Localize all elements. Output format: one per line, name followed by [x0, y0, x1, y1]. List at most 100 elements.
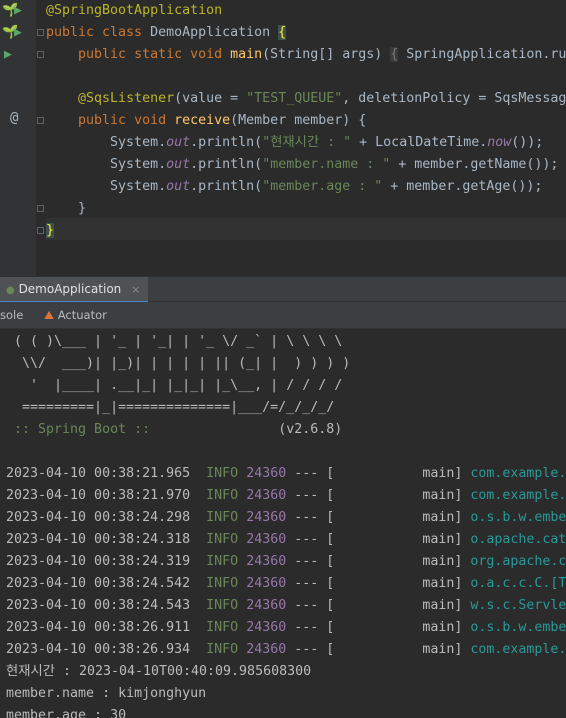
log-pid: 24360	[246, 532, 287, 547]
fold-marker-icon[interactable]	[37, 117, 44, 124]
console-text: ( ( )\___ | '_ | '_| | '_ \/ _` | \ \ \ …	[6, 334, 343, 349]
log-separator: --- [	[286, 620, 335, 635]
console-text: member.name : kimjonghyun	[6, 686, 207, 701]
code-token: public static void	[78, 47, 231, 62]
code-editor[interactable]: 🌱 ▶ 🌱 ▶ ▶ @ @SpringBootApplication public…	[0, 0, 566, 276]
console-text: ' |____| .__|_| |_|_| |_\__, | / / / /	[6, 378, 343, 393]
fold-column	[36, 0, 46, 276]
console-text: \\/ ___)| |_)| | | | | || (_| | ) ) ) )	[6, 356, 351, 371]
code-line: }	[46, 220, 55, 242]
log-timestamp: 2023-04-10 00:38:24.542	[6, 576, 191, 591]
run-main-icon[interactable]: ▶	[14, 26, 22, 39]
log-line: 2023-04-10 00:38:21.965 INFO 24360 --- […	[6, 463, 566, 485]
code-token: public void	[78, 113, 175, 128]
log-timestamp: 2023-04-10 00:38:24.543	[6, 598, 191, 613]
code-line: @SqsListener(value = "TEST_QUEUE", delet…	[46, 88, 566, 110]
code-token: (String[] args)	[262, 47, 391, 62]
log-timestamp: 2023-04-10 00:38:24.319	[6, 554, 191, 569]
code-token: public class	[46, 25, 151, 40]
code-token: DemoApplication	[150, 25, 279, 40]
fold-marker-icon[interactable]	[37, 29, 44, 36]
log-logger: o.a.c.c.C.[T	[462, 576, 566, 591]
log-logger: org.apache.c	[462, 554, 566, 569]
log-line: 2023-04-10 00:38:24.318 INFO 24360 --- […	[6, 529, 566, 551]
code-token: main	[230, 47, 263, 62]
caret-line-highlight	[46, 218, 566, 240]
code-token: + LocalDateTime.	[351, 135, 488, 150]
log-separator: --- [	[286, 576, 335, 591]
log-line: 2023-04-10 00:38:24.298 INFO 24360 --- […	[6, 507, 566, 529]
tab-console[interactable]: sole	[0, 302, 23, 329]
log-line: 2023-04-10 00:38:26.934 INFO 24360 --- […	[6, 639, 566, 661]
spring-boot-label: :: Spring Boot ::	[6, 422, 159, 437]
log-logger: w.s.c.Servle	[462, 598, 566, 613]
log-pid: 24360	[246, 642, 287, 657]
banner-line: ' |____| .__|_| |_|_| |_\__, | / / / /	[6, 375, 342, 397]
stdout-line: member.name : kimjonghyun	[6, 683, 206, 705]
log-line: 2023-04-10 00:38:26.911 INFO 24360 --- […	[6, 617, 566, 639]
code-line: System.out.println("현재시간 : " + LocalDate…	[46, 132, 543, 154]
log-logger: com.example.	[462, 642, 566, 657]
banner-line: =========|_|==============|___/=/_/_/_/	[6, 397, 334, 419]
code-token: now	[487, 135, 512, 150]
log-pid: 24360	[246, 488, 287, 503]
console-text: member.age : 30	[6, 708, 127, 718]
fold-marker-icon[interactable]	[37, 205, 44, 212]
close-icon[interactable]: ×	[131, 283, 140, 296]
code-token: System.	[46, 157, 167, 172]
code-line: System.out.println("member.name : " + me…	[46, 154, 558, 176]
fold-marker-icon[interactable]	[37, 227, 44, 234]
log-level: INFO	[206, 488, 239, 503]
run-class-icon[interactable]: ▶	[14, 4, 22, 17]
log-line: 2023-04-10 00:38:24.543 INFO 24360 --- […	[6, 595, 566, 617]
code-token: System.	[46, 135, 167, 150]
log-thread: main]	[334, 598, 463, 613]
log-timestamp: 2023-04-10 00:38:26.911	[6, 620, 191, 635]
fold-marker-icon[interactable]	[37, 51, 44, 58]
banner-line: \\/ ___)| |_)| | | | | || (_| | ) ) ) )	[6, 353, 350, 375]
code-token: }	[46, 201, 87, 216]
log-timestamp: 2023-04-10 00:38:21.970	[6, 488, 191, 503]
console-output[interactable]: ( ( )\___ | '_ | '_| | '_ \/ _` | \ \ \ …	[0, 329, 566, 718]
stdout-line: 현재시간 : 2023-04-10T00:40:09.985608300	[6, 661, 311, 683]
run-tab-demoapplication[interactable]: ● DemoApplication ×	[0, 277, 149, 303]
code-token: .println(	[190, 135, 263, 150]
run-method-icon[interactable]: ▶	[4, 48, 12, 61]
log-thread: main]	[334, 576, 463, 591]
code-line: @SpringBootApplication	[46, 0, 222, 22]
log-level: INFO	[206, 554, 239, 569]
code-token: out	[166, 135, 191, 150]
code-token: out	[166, 179, 191, 194]
log-logger: o.s.b.w.embe	[462, 620, 566, 635]
code-token: (value =	[174, 91, 247, 106]
log-timestamp: 2023-04-10 00:38:24.318	[6, 532, 191, 547]
log-logger: com.example.	[462, 488, 566, 503]
run-tab-label: DemoApplication	[18, 282, 122, 296]
log-thread: main]	[334, 642, 463, 657]
log-separator: --- [	[286, 598, 335, 613]
log-line: 2023-04-10 00:38:24.542 INFO 24360 --- […	[6, 573, 566, 595]
editor-gutter: 🌱 ▶ 🌱 ▶ ▶ @	[0, 0, 36, 276]
log-pid: 24360	[246, 620, 287, 635]
spring-run-icon: ●	[6, 285, 15, 296]
log-separator: --- [	[286, 466, 335, 481]
log-separator: --- [	[286, 532, 335, 547]
log-timestamp: 2023-04-10 00:38:21.965	[6, 466, 191, 481]
log-separator: --- [	[286, 554, 335, 569]
code-line: public void receive(Member member) {	[46, 110, 366, 132]
log-separator: --- [	[286, 488, 335, 503]
log-pid: 24360	[246, 576, 287, 591]
log-pid: 24360	[246, 466, 287, 481]
tab-actuator[interactable]: ⛰ Actuator	[44, 302, 107, 329]
log-level: INFO	[206, 620, 239, 635]
code-token: + member.getName());	[390, 157, 559, 172]
